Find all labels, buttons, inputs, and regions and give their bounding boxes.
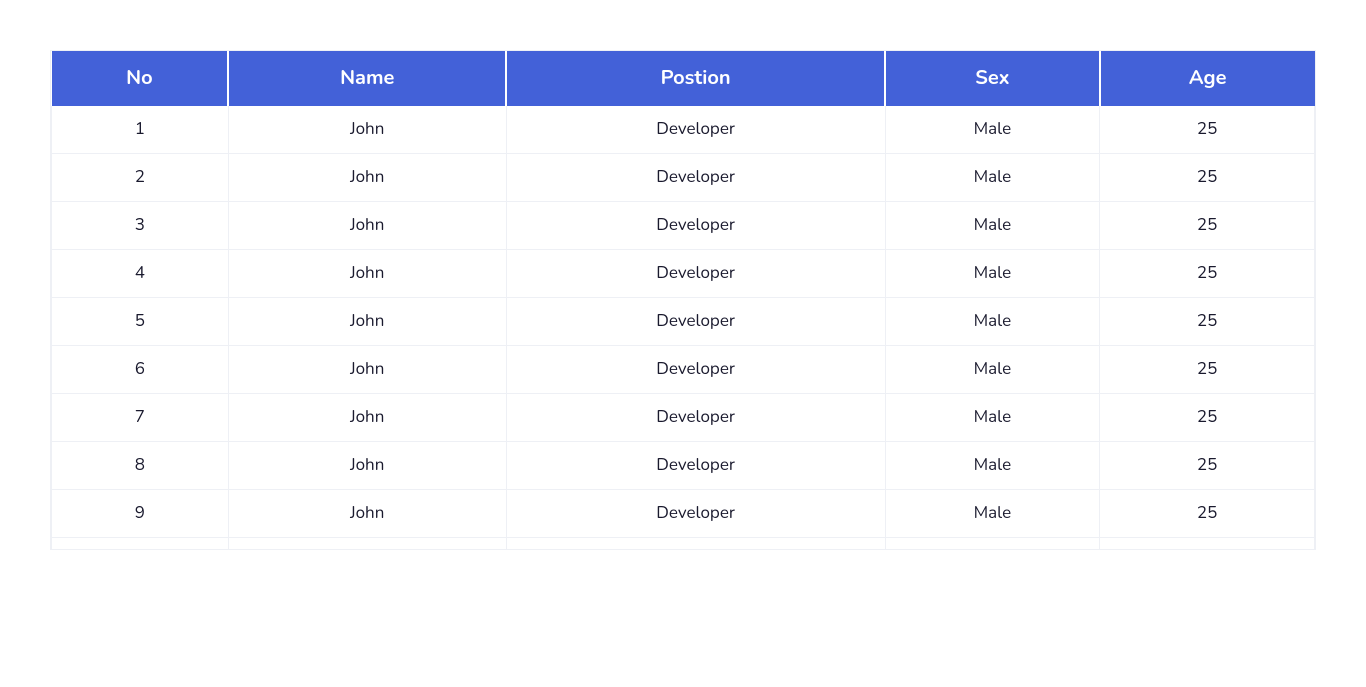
cell-age: 25 <box>1100 490 1315 538</box>
cell-sex: Male <box>885 538 1100 551</box>
header-no: No <box>52 51 229 106</box>
table-row: 7 John Developer Male 25 <box>52 394 1315 442</box>
header-name: Name <box>228 51 506 106</box>
cell-position: Developer <box>506 298 885 346</box>
header-position: Postion <box>506 51 885 106</box>
cell-age: 25 <box>1100 538 1315 551</box>
cell-sex: Male <box>885 346 1100 394</box>
table-row: 1 John Developer Male 25 <box>52 106 1315 154</box>
cell-age: 25 <box>1100 154 1315 202</box>
cell-name: John <box>228 490 506 538</box>
cell-sex: Male <box>885 394 1100 442</box>
data-table: No Name Postion Sex Age 1 John Developer… <box>51 51 1315 550</box>
header-age: Age <box>1100 51 1315 106</box>
cell-position: Developer <box>506 346 885 394</box>
cell-name: John <box>228 106 506 154</box>
cell-sex: Male <box>885 202 1100 250</box>
cell-position: Developer <box>506 394 885 442</box>
cell-position: Developer <box>506 106 885 154</box>
cell-no: 4 <box>52 250 229 298</box>
cell-position: Developer <box>506 490 885 538</box>
cell-sex: Male <box>885 442 1100 490</box>
cell-age: 25 <box>1100 202 1315 250</box>
table-row: 6 John Developer Male 25 <box>52 346 1315 394</box>
cell-age: 25 <box>1100 250 1315 298</box>
table-scroll-container[interactable]: No Name Postion Sex Age 1 John Developer… <box>50 50 1316 550</box>
cell-sex: Male <box>885 154 1100 202</box>
cell-name: John <box>228 250 506 298</box>
table-row: 8 John Developer Male 25 <box>52 442 1315 490</box>
cell-position: Developer <box>506 154 885 202</box>
cell-position: Developer <box>506 250 885 298</box>
cell-name: John <box>228 154 506 202</box>
cell-position: Developer <box>506 202 885 250</box>
cell-no: 8 <box>52 442 229 490</box>
table-row: 3 John Developer Male 25 <box>52 202 1315 250</box>
cell-sex: Male <box>885 490 1100 538</box>
table-body: 1 John Developer Male 25 2 John Develope… <box>52 106 1315 550</box>
cell-sex: Male <box>885 298 1100 346</box>
cell-position: Developer <box>506 442 885 490</box>
cell-name: John <box>228 442 506 490</box>
cell-no: 5 <box>52 298 229 346</box>
cell-sex: Male <box>885 250 1100 298</box>
cell-name: John <box>228 346 506 394</box>
table-row: 9 John Developer Male 25 <box>52 490 1315 538</box>
cell-sex: Male <box>885 106 1100 154</box>
cell-position: Developer <box>506 538 885 551</box>
cell-no: 1 <box>52 106 229 154</box>
cell-name: John <box>228 538 506 551</box>
cell-age: 25 <box>1100 298 1315 346</box>
table-header: No Name Postion Sex Age <box>52 51 1315 106</box>
header-sex: Sex <box>885 51 1100 106</box>
cell-age: 25 <box>1100 106 1315 154</box>
cell-name: John <box>228 394 506 442</box>
table-row: 4 John Developer Male 25 <box>52 250 1315 298</box>
cell-no: 2 <box>52 154 229 202</box>
cell-name: John <box>228 202 506 250</box>
cell-age: 25 <box>1100 394 1315 442</box>
cell-age: 25 <box>1100 346 1315 394</box>
cell-no: 7 <box>52 394 229 442</box>
table-row: 2 John Developer Male 25 <box>52 154 1315 202</box>
cell-no: 3 <box>52 202 229 250</box>
cell-name: John <box>228 298 506 346</box>
cell-age: 25 <box>1100 442 1315 490</box>
cell-no: 9 <box>52 490 229 538</box>
cell-no: 6 <box>52 346 229 394</box>
cell-no: 10 <box>52 538 229 551</box>
table-row: 10 John Developer Male 25 <box>52 538 1315 551</box>
table-row: 5 John Developer Male 25 <box>52 298 1315 346</box>
